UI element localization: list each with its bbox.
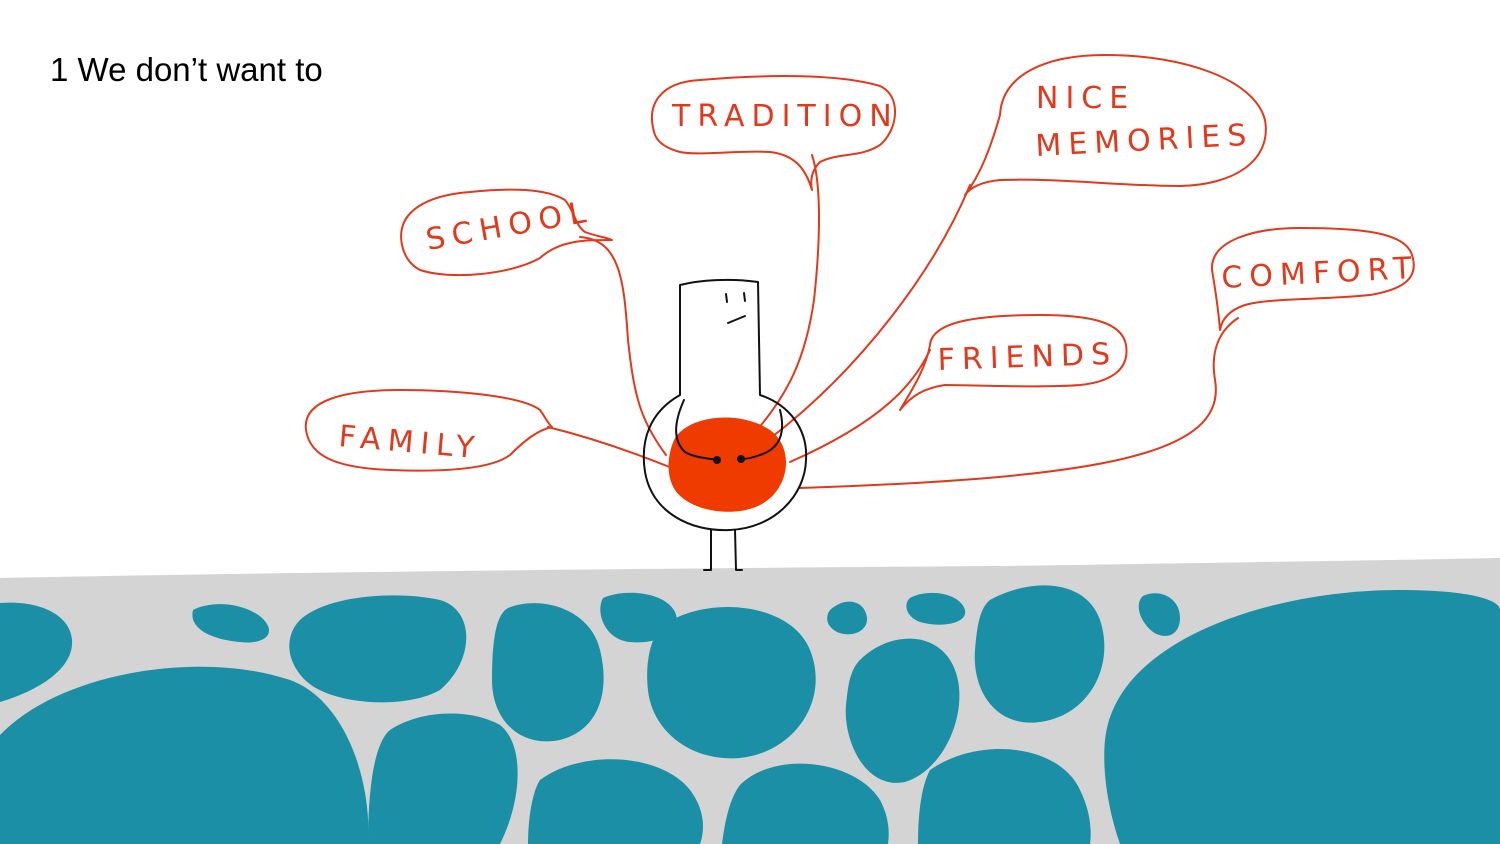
water-hole — [289, 595, 467, 703]
flask-leg-right — [734, 529, 743, 571]
flask-eye-left — [725, 293, 728, 303]
flask-eye-right — [743, 292, 746, 302]
connector-line — [767, 184, 971, 441]
flask-character — [642, 278, 808, 571]
flask-hand-right — [737, 455, 745, 463]
flask-hand-left — [713, 456, 721, 464]
bubble-label-nice: NICE — [1036, 81, 1135, 116]
water-hole — [368, 713, 518, 844]
illustration: TRADITION SCHOOL NICE MEMORIES COMFORT F… — [0, 54, 1500, 844]
bubble-labels: TRADITION SCHOOL NICE MEMORIES COMFORT F… — [337, 81, 1419, 466]
connector-lines — [547, 154, 1239, 489]
connector-line — [547, 426, 673, 469]
flask-heart — [668, 417, 787, 512]
bubble-label-memories: MEMORIES — [1035, 118, 1255, 164]
bubble-label-comfort: COMFORT — [1221, 251, 1420, 296]
flask-mouth — [727, 315, 746, 324]
bubble-label-school: SCHOOL — [423, 194, 595, 258]
connector-line — [789, 349, 931, 463]
bubble-label-friends: FRIENDS — [937, 337, 1118, 378]
slide: 1 We don’t want to TRADITION SCHOOL NICE… — [0, 0, 1500, 844]
bubble-label-family: FAMILY — [337, 419, 482, 466]
flask-leg-left — [703, 529, 712, 571]
water-holes — [0, 585, 1500, 844]
bubble-label-tradition: TRADITION — [671, 99, 899, 134]
